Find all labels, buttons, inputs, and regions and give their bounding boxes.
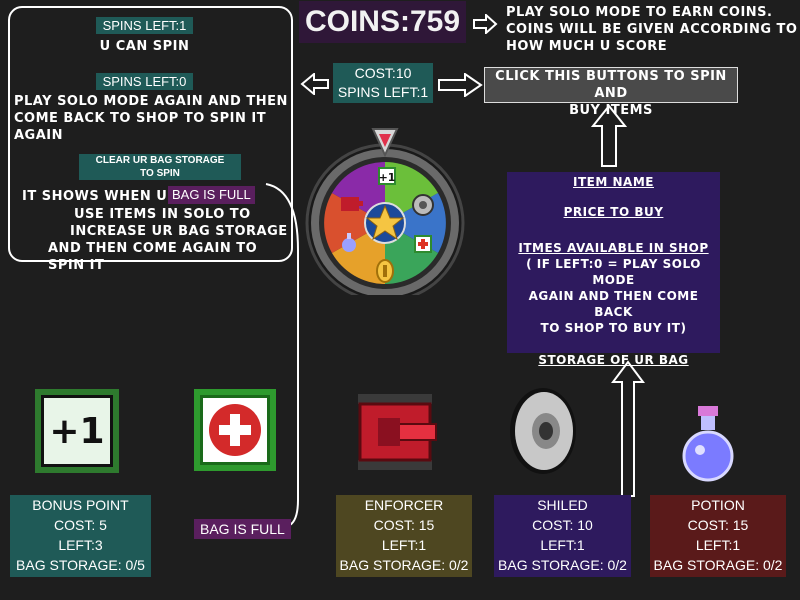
tank-icon — [358, 394, 437, 470]
bag-full-text: USE ITEMS IN SOLO TO INCREASE UR BAG STO… — [48, 207, 288, 273]
spin-cost-panel[interactable]: COST:10 SPINS LEFT:1 — [333, 63, 433, 103]
item-card-bonus-point: BONUS POINT COST: 5 LEFT:3 BAG STORAGE: … — [10, 495, 151, 577]
bonus-point-item[interactable]: +1 — [35, 389, 119, 473]
spins-left-1-text: U CAN SPIN — [99, 39, 190, 54]
svg-text:+1: +1 — [379, 171, 396, 184]
spin-wheel[interactable]: +1 — [303, 125, 468, 295]
clear-bag-tag: CLEAR UR BAG STORAGE TO SPIN — [79, 154, 241, 180]
legend-available: ITMES AVAILABLE IN SHOP — [518, 241, 709, 255]
enforcer-item[interactable] — [354, 390, 440, 474]
arrow-left-icon — [300, 73, 329, 95]
spin-cost-label: COST:10 — [354, 65, 412, 81]
legend-item-name: ITEM NAME — [573, 175, 654, 189]
plus-one-icon: +1 — [41, 395, 113, 467]
arrow-up-icon — [611, 360, 645, 497]
shield-icon — [510, 388, 576, 474]
arrow-up-icon — [591, 104, 627, 167]
spins-left-0-tag: SPINS LEFT:0 — [96, 73, 193, 90]
potion-icon — [342, 238, 356, 252]
shield-item[interactable] — [508, 386, 578, 476]
health-cross-icon — [200, 395, 270, 465]
earn-coins-note: PLAY SOLO MODE TO EARN COINS. COINS WILL… — [506, 5, 798, 54]
item-legend-panel: ITEM NAME PRICE TO BUY ITMES AVAILABLE I… — [507, 172, 720, 367]
spins-left-1-tag: SPINS LEFT:1 — [96, 17, 193, 34]
arrow-right-icon — [473, 14, 498, 34]
spin-buy-note: CLICK THIS BUTTONS TO SPIN AND BUY ITEMS — [484, 67, 738, 118]
bag-full-tag: BAG IS FULL — [168, 186, 255, 204]
arrow-right-icon — [438, 73, 483, 97]
coins-counter: COINS:759 — [299, 1, 466, 43]
item-card-enforcer: ENFORCER COST: 15 LEFT:1 BAG STORAGE: 0/… — [336, 495, 472, 577]
potion-item[interactable] — [676, 404, 740, 486]
legend-price: PRICE TO BUY — [563, 205, 664, 219]
potion-icon — [682, 406, 734, 482]
item-card-shield: SHILED COST: 10 LEFT:1 BAG STORAGE: 0/2 — [494, 495, 631, 577]
health-status-badge: BAG IS FULL — [194, 519, 291, 539]
health-item[interactable] — [194, 389, 276, 471]
spins-left-label: SPINS LEFT:1 — [337, 84, 429, 100]
tank-icon — [341, 197, 359, 211]
item-card-potion: POTION COST: 15 LEFT:1 BAG STORAGE: 0/2 — [650, 495, 786, 577]
spins-left-0-text: PLAY SOLO MODE AGAIN AND THEN COME BACK … — [14, 94, 288, 143]
bag-full-prefix: IT SHOWS WHEN UR — [22, 189, 178, 204]
